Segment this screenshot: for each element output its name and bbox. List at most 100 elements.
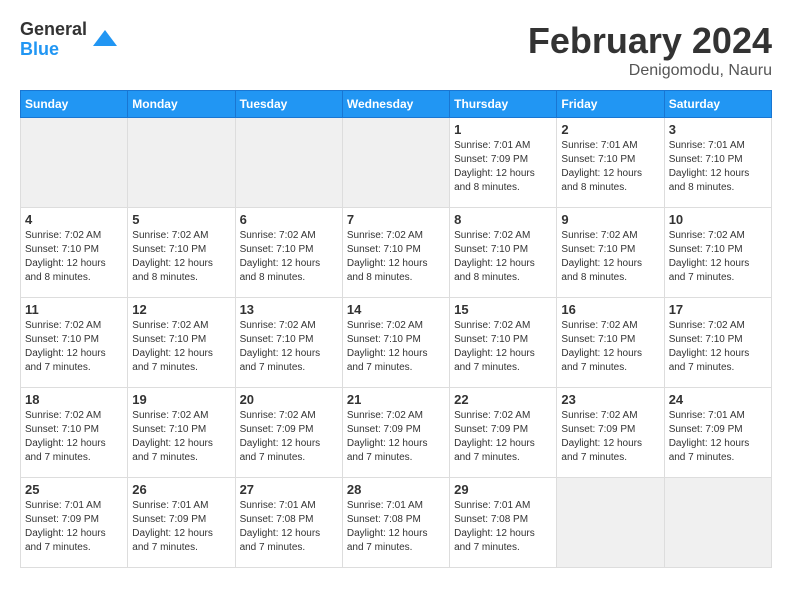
- calendar-cell: 1Sunrise: 7:01 AM Sunset: 7:09 PM Daylig…: [450, 118, 557, 208]
- calendar-week-5: 25 Sunrise: 7:01 AM Sunset: 7:09 PM Dayli…: [21, 478, 772, 568]
- calendar-cell: 19 Sunrise: 7:02 AM Sunset: 7:10 PM Dayli…: [128, 388, 235, 478]
- calendar-cell: [342, 118, 449, 208]
- weekday-header-wednesday: Wednesday: [342, 91, 449, 118]
- day-info: Sunrise: 7:01 AM Sunset: 7:08 PM Dayligh…: [454, 499, 552, 555]
- weekday-header-row: SundayMondayTuesdayWednesdayThursdayFrid…: [21, 91, 772, 118]
- logo-general: General: [20, 20, 87, 40]
- day-number: 17: [669, 302, 767, 317]
- day-info: Sunrise: 7:02 AM Sunset: 7:10 PM Dayligh…: [454, 319, 552, 375]
- calendar-cell: 26Sunrise: 7:01 AM Sunset: 7:09 PM Dayli…: [128, 478, 235, 568]
- day-info: Sunrise: 7:02 AM Sunset: 7:10 PM Dayligh…: [240, 319, 338, 375]
- calendar-cell: [557, 478, 664, 568]
- logo: General Blue: [20, 20, 119, 60]
- day-number: 21: [347, 392, 445, 407]
- day-number: 8: [454, 212, 552, 227]
- day-number: 24: [669, 392, 767, 407]
- day-info: Sunrise: 7:01 AM Sunset: 7:09 PM Dayligh…: [454, 139, 552, 195]
- day-number: 29: [454, 482, 552, 497]
- calendar-cell: [21, 118, 128, 208]
- day-info: Sunrise: 7:02 AM Sunset: 7:10 PM Dayligh…: [669, 319, 767, 375]
- day-info: Sunrise: 7:02 AM Sunset: 7:09 PM Dayligh…: [240, 409, 338, 465]
- calendar-cell: 6Sunrise: 7:02 AM Sunset: 7:10 PM Daylig…: [235, 208, 342, 298]
- day-number: 12: [132, 302, 230, 317]
- day-number: 27: [240, 482, 338, 497]
- calendar-week-3: 11 Sunrise: 7:02 AM Sunset: 7:10 PM Dayli…: [21, 298, 772, 388]
- calendar-week-2: 4 Sunrise: 7:02 AM Sunset: 7:10 PM Daylig…: [21, 208, 772, 298]
- calendar-week-1: 1Sunrise: 7:01 AM Sunset: 7:09 PM Daylig…: [21, 118, 772, 208]
- month-year-title: February 2024: [528, 20, 772, 62]
- calendar-cell: 14Sunrise: 7:02 AM Sunset: 7:10 PM Dayli…: [342, 298, 449, 388]
- calendar-cell: 23 Sunrise: 7:02 AM Sunset: 7:09 PM Dayli…: [557, 388, 664, 478]
- day-number: 2: [561, 122, 659, 137]
- day-info: Sunrise: 7:01 AM Sunset: 7:08 PM Dayligh…: [240, 499, 338, 555]
- calendar-cell: 9 Sunrise: 7:02 AM Sunset: 7:10 PM Daylig…: [557, 208, 664, 298]
- day-info: Sunrise: 7:02 AM Sunset: 7:10 PM Dayligh…: [561, 319, 659, 375]
- day-number: 16: [561, 302, 659, 317]
- day-number: 4: [25, 212, 123, 227]
- day-info: Sunrise: 7:01 AM Sunset: 7:10 PM Dayligh…: [669, 139, 767, 195]
- day-info: Sunrise: 7:02 AM Sunset: 7:10 PM Dayligh…: [132, 229, 230, 285]
- calendar-cell: 24Sunrise: 7:01 AM Sunset: 7:09 PM Dayli…: [664, 388, 771, 478]
- calendar-cell: 17 Sunrise: 7:02 AM Sunset: 7:10 PM Dayli…: [664, 298, 771, 388]
- day-number: 10: [669, 212, 767, 227]
- calendar-cell: 27 Sunrise: 7:01 AM Sunset: 7:08 PM Dayli…: [235, 478, 342, 568]
- calendar-cell: 20 Sunrise: 7:02 AM Sunset: 7:09 PM Dayli…: [235, 388, 342, 478]
- day-number: 25: [25, 482, 123, 497]
- weekday-header-friday: Friday: [557, 91, 664, 118]
- day-number: 18: [25, 392, 123, 407]
- calendar-cell: 5Sunrise: 7:02 AM Sunset: 7:10 PM Daylig…: [128, 208, 235, 298]
- day-number: 6: [240, 212, 338, 227]
- day-info: Sunrise: 7:02 AM Sunset: 7:10 PM Dayligh…: [347, 229, 445, 285]
- day-number: 28: [347, 482, 445, 497]
- day-number: 3: [669, 122, 767, 137]
- day-number: 26: [132, 482, 230, 497]
- weekday-header-thursday: Thursday: [450, 91, 557, 118]
- weekday-header-tuesday: Tuesday: [235, 91, 342, 118]
- day-number: 19: [132, 392, 230, 407]
- day-info: Sunrise: 7:02 AM Sunset: 7:09 PM Dayligh…: [454, 409, 552, 465]
- day-info: Sunrise: 7:02 AM Sunset: 7:10 PM Dayligh…: [132, 319, 230, 375]
- weekday-header-sunday: Sunday: [21, 91, 128, 118]
- day-info: Sunrise: 7:01 AM Sunset: 7:09 PM Dayligh…: [25, 499, 123, 555]
- calendar-cell: 28Sunrise: 7:01 AM Sunset: 7:08 PM Dayli…: [342, 478, 449, 568]
- calendar-cell: 29 Sunrise: 7:01 AM Sunset: 7:08 PM Dayli…: [450, 478, 557, 568]
- calendar-cell: 10Sunrise: 7:02 AM Sunset: 7:10 PM Dayli…: [664, 208, 771, 298]
- calendar-cell: 11 Sunrise: 7:02 AM Sunset: 7:10 PM Dayli…: [21, 298, 128, 388]
- day-number: 7: [347, 212, 445, 227]
- calendar-cell: 2Sunrise: 7:01 AM Sunset: 7:10 PM Daylig…: [557, 118, 664, 208]
- day-info: Sunrise: 7:02 AM Sunset: 7:10 PM Dayligh…: [454, 229, 552, 285]
- day-info: Sunrise: 7:02 AM Sunset: 7:10 PM Dayligh…: [25, 319, 123, 375]
- day-number: 23: [561, 392, 659, 407]
- calendar-cell: [664, 478, 771, 568]
- weekday-header-monday: Monday: [128, 91, 235, 118]
- logo-blue: Blue: [20, 40, 87, 60]
- calendar-cell: 8 Sunrise: 7:02 AM Sunset: 7:10 PM Daylig…: [450, 208, 557, 298]
- day-number: 11: [25, 302, 123, 317]
- day-info: Sunrise: 7:02 AM Sunset: 7:10 PM Dayligh…: [25, 409, 123, 465]
- calendar-cell: 3 Sunrise: 7:01 AM Sunset: 7:10 PM Daylig…: [664, 118, 771, 208]
- day-info: Sunrise: 7:02 AM Sunset: 7:09 PM Dayligh…: [347, 409, 445, 465]
- calendar-cell: [235, 118, 342, 208]
- calendar-cell: 15Sunrise: 7:02 AM Sunset: 7:10 PM Dayli…: [450, 298, 557, 388]
- logo-icon: [91, 26, 119, 54]
- calendar-week-4: 18 Sunrise: 7:02 AM Sunset: 7:10 PM Dayli…: [21, 388, 772, 478]
- title-section: February 2024 Denigomodu, Nauru: [528, 20, 772, 80]
- day-number: 9: [561, 212, 659, 227]
- day-info: Sunrise: 7:02 AM Sunset: 7:10 PM Dayligh…: [25, 229, 123, 285]
- day-number: 14: [347, 302, 445, 317]
- day-info: Sunrise: 7:02 AM Sunset: 7:10 PM Dayligh…: [561, 229, 659, 285]
- calendar-cell: 13 Sunrise: 7:02 AM Sunset: 7:10 PM Dayli…: [235, 298, 342, 388]
- day-number: 13: [240, 302, 338, 317]
- calendar-cell: [128, 118, 235, 208]
- calendar-cell: 16 Sunrise: 7:02 AM Sunset: 7:10 PM Dayli…: [557, 298, 664, 388]
- calendar-body: 1Sunrise: 7:01 AM Sunset: 7:09 PM Daylig…: [21, 118, 772, 568]
- day-number: 20: [240, 392, 338, 407]
- calendar-cell: 18 Sunrise: 7:02 AM Sunset: 7:10 PM Dayli…: [21, 388, 128, 478]
- logo-text: General Blue: [20, 20, 87, 60]
- day-number: 22: [454, 392, 552, 407]
- calendar-cell: 21 Sunrise: 7:02 AM Sunset: 7:09 PM Dayli…: [342, 388, 449, 478]
- calendar-cell: 7 Sunrise: 7:02 AM Sunset: 7:10 PM Daylig…: [342, 208, 449, 298]
- day-info: Sunrise: 7:02 AM Sunset: 7:09 PM Dayligh…: [561, 409, 659, 465]
- day-info: Sunrise: 7:02 AM Sunset: 7:10 PM Dayligh…: [132, 409, 230, 465]
- weekday-header-saturday: Saturday: [664, 91, 771, 118]
